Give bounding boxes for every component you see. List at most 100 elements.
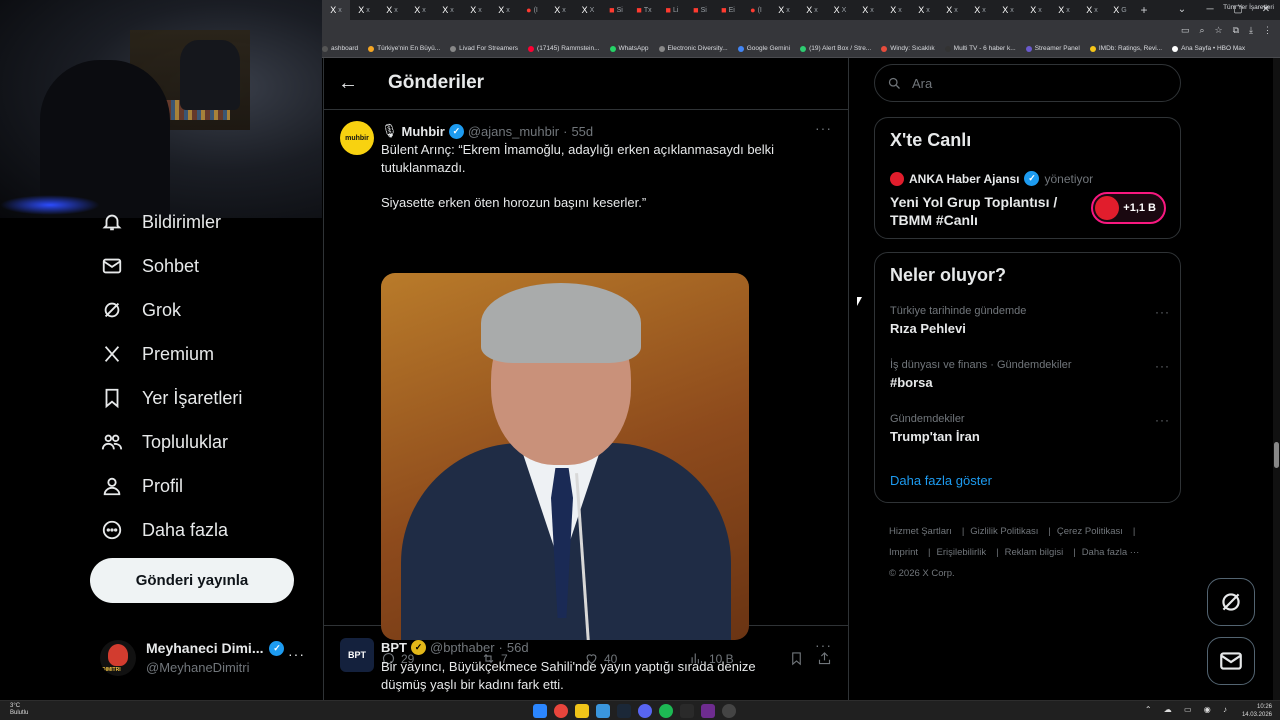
bookmark-item[interactable]: WhatsApp bbox=[609, 45, 649, 52]
browser-tab[interactable]: ■ Li bbox=[658, 0, 686, 20]
live-listeners-badge[interactable]: +1,1 B bbox=[1091, 192, 1166, 224]
browser-tab[interactable]: Xx bbox=[1078, 0, 1106, 20]
footer-link[interactable]: Hizmet Şartları bbox=[889, 526, 952, 537]
browser-tab[interactable]: Xx bbox=[434, 0, 462, 20]
browser-tab[interactable]: ■ Ei bbox=[714, 0, 742, 20]
tweet-photo[interactable] bbox=[381, 273, 749, 640]
browser-tab[interactable]: Xx bbox=[770, 0, 798, 20]
download-icon[interactable]: ⤓ bbox=[1249, 25, 1253, 36]
new-tab-button[interactable]: + bbox=[1134, 3, 1154, 17]
messages-fab[interactable] bbox=[1207, 637, 1255, 685]
browser-tab[interactable]: ● (I bbox=[742, 0, 770, 20]
bookmark-item[interactable]: Ana Sayfa • HBO Max bbox=[1172, 45, 1245, 52]
browser-tab[interactable]: Xx bbox=[322, 0, 350, 20]
star-icon[interactable]: ☆ bbox=[1215, 25, 1223, 36]
nav-item[interactable]: Premium bbox=[100, 342, 214, 366]
minimize-button[interactable]: ─ bbox=[1196, 0, 1224, 20]
tweet-author-name[interactable]: BPT bbox=[381, 640, 407, 655]
bookmark-item[interactable]: IMDb: Ratings, Revi... bbox=[1089, 45, 1162, 52]
extensions-icon[interactable]: ⧉ bbox=[1233, 25, 1239, 36]
account-switcher[interactable]: Meyhaneci Dimi... ✓ @MeyhaneDimitri ··· bbox=[100, 636, 315, 680]
browser-tab[interactable]: ● (I bbox=[518, 0, 546, 20]
tweet-author-handle[interactable]: @ajans_muhbir bbox=[468, 124, 559, 139]
browser-tab[interactable]: Xx bbox=[350, 0, 378, 20]
browser-tab[interactable]: Xx bbox=[798, 0, 826, 20]
search-box[interactable] bbox=[874, 64, 1181, 102]
tweet-time[interactable]: 55d bbox=[571, 124, 593, 139]
zoom-icon[interactable]: ⌕ bbox=[1199, 25, 1204, 36]
bookmark-item[interactable]: ashboard bbox=[322, 45, 358, 52]
footer-link[interactable]: Daha fazla ··· bbox=[1082, 547, 1140, 558]
browser-tab[interactable]: XX bbox=[826, 0, 854, 20]
discord-icon[interactable] bbox=[638, 704, 652, 718]
nav-item[interactable]: Profil bbox=[100, 474, 183, 498]
tweet[interactable]: muhbir 🎙 Muhbir ✓ @ajans_muhbir · 55d ··… bbox=[324, 110, 848, 666]
footer-link[interactable]: Imprint bbox=[889, 547, 918, 558]
tab-search-icon[interactable]: ⌄ bbox=[1168, 0, 1196, 20]
search-input[interactable] bbox=[912, 75, 1152, 91]
browser-tab[interactable]: Xx bbox=[910, 0, 938, 20]
tweet-avatar[interactable]: muhbir bbox=[340, 121, 374, 155]
browser-tab[interactable]: ■ Si bbox=[602, 0, 630, 20]
trend-more-icon[interactable]: ··· bbox=[1155, 413, 1170, 427]
bookmark-item[interactable]: (17145) Rammstein... bbox=[528, 45, 600, 52]
trend-item[interactable]: Türkiye tarihinde gündemde Rıza Pehlevi ··… bbox=[890, 305, 1170, 336]
bookmark-item[interactable]: Windy: Sıcaklık bbox=[881, 45, 935, 52]
browser-tab[interactable]: Xx bbox=[490, 0, 518, 20]
obs-icon[interactable] bbox=[722, 704, 736, 718]
show-more-link[interactable]: Daha fazla göster bbox=[890, 473, 992, 488]
browser-tab[interactable]: Xx bbox=[462, 0, 490, 20]
browser-tab[interactable]: Xx bbox=[1050, 0, 1078, 20]
steam-icon[interactable] bbox=[617, 704, 631, 718]
browser-tab[interactable]: XG bbox=[1106, 0, 1134, 20]
back-arrow-icon[interactable]: ← bbox=[338, 72, 358, 95]
trend-item[interactable]: Gündemdekiler Trump'tan İran ··· bbox=[890, 413, 1170, 444]
grok-fab[interactable] bbox=[1207, 578, 1255, 626]
trend-item[interactable]: İş dünyası ve finans · Gündemdekiler #bor… bbox=[890, 359, 1170, 390]
browser-tab[interactable]: Xx bbox=[854, 0, 882, 20]
tweet-avatar[interactable]: BPT bbox=[340, 638, 374, 672]
bookmark-item[interactable]: Multi TV - 6 haber k... bbox=[944, 45, 1016, 52]
trend-more-icon[interactable]: ··· bbox=[1155, 305, 1170, 319]
bookmark-item[interactable]: Electronic Diversity... bbox=[658, 45, 728, 52]
nav-item[interactable]: Daha fazla bbox=[100, 518, 228, 542]
nav-item[interactable]: Yer İşaretleri bbox=[100, 386, 242, 410]
browser-tab[interactable]: Xx bbox=[966, 0, 994, 20]
browser-tab[interactable]: Xx bbox=[406, 0, 434, 20]
browser-tab[interactable]: Xx bbox=[882, 0, 910, 20]
live-host[interactable]: ANKA Haber Ajansı ✓ yönetiyor bbox=[890, 171, 1093, 186]
cast-icon[interactable]: ▭ bbox=[1181, 25, 1190, 36]
browser-tab[interactable]: Xx bbox=[1022, 0, 1050, 20]
tweet-author-name[interactable]: Muhbir bbox=[402, 124, 445, 139]
footer-link[interactable]: Çerez Politikası bbox=[1057, 526, 1123, 537]
browser-tab[interactable]: Xx bbox=[994, 0, 1022, 20]
tweet-time[interactable]: 56d bbox=[507, 640, 529, 655]
nav-item[interactable]: Sohbet bbox=[100, 254, 199, 278]
streaming-app-icon[interactable] bbox=[701, 704, 715, 718]
footer-link[interactable]: Reklam bilgisi bbox=[1005, 547, 1064, 558]
weather-widget[interactable]: 3°C Bulutlu bbox=[10, 703, 28, 717]
epic-icon[interactable] bbox=[680, 704, 694, 718]
trend-more-icon[interactable]: ··· bbox=[1155, 359, 1170, 373]
bookmark-item[interactable]: Streamer Panel bbox=[1025, 45, 1080, 52]
bookmark-item[interactable]: Google Gemini bbox=[737, 45, 790, 52]
browser-tab[interactable]: ■ Si bbox=[686, 0, 714, 20]
browser-tab[interactable]: ■ Tx bbox=[630, 0, 658, 20]
all-bookmarks-link[interactable]: Tüm Yer İşaretleri bbox=[1223, 4, 1274, 11]
tweet[interactable]: BPT BPT ✓ @bpthaber · 56d ··· Bir yayınc… bbox=[324, 627, 848, 700]
footer-link[interactable]: Gizlilik Politikası bbox=[970, 526, 1038, 537]
browser-tab[interactable]: XX bbox=[574, 0, 602, 20]
system-tray[interactable]: ⌃ ☁ ▭ ◉ ♪ bbox=[1145, 705, 1232, 714]
tweet-more-icon[interactable]: ··· bbox=[815, 120, 832, 136]
spotify-icon[interactable] bbox=[659, 704, 673, 718]
post-button[interactable]: Gönderi yayınla bbox=[90, 558, 294, 603]
clock[interactable]: 10:26 14.03.2026 bbox=[1242, 703, 1272, 719]
address-bar[interactable]: ▭ ⌕ ☆ ⧉ ⤓ ⋮ bbox=[322, 20, 1280, 40]
nav-item[interactable]: Bildirimler bbox=[100, 210, 221, 234]
edge-icon[interactable] bbox=[596, 704, 610, 718]
nav-item[interactable]: Topluluklar bbox=[100, 430, 228, 454]
browser-tab[interactable]: Xx bbox=[378, 0, 406, 20]
scrollbar-thumb[interactable] bbox=[1274, 442, 1279, 468]
bookmark-item[interactable]: Türkiye'nin En Büyü... bbox=[368, 45, 440, 52]
chrome-icon[interactable] bbox=[554, 704, 568, 718]
